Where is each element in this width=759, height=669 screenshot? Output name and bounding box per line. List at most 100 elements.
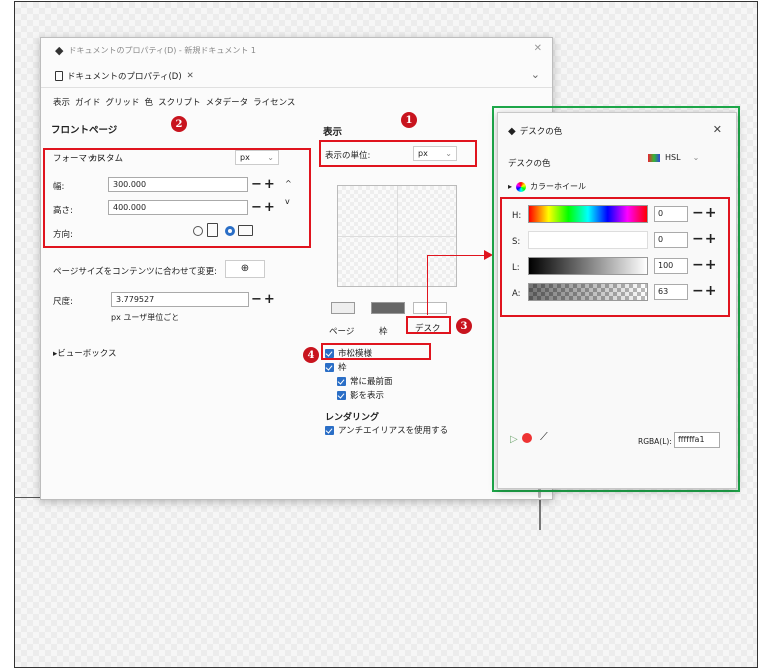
border-label: 枠 (338, 363, 347, 373)
scale-field[interactable]: 3.779527 (111, 292, 249, 307)
resize-icon: ⊕ (240, 263, 250, 274)
show-shadow-checkbox[interactable]: 影を表示 (337, 389, 384, 401)
checkbox-checked-icon (325, 348, 334, 358)
tab-row: ドキュメントのプロパティ(D) ✕ ⌄ (41, 64, 552, 88)
always-on-top-checkbox[interactable]: 常に最前面 (337, 375, 393, 387)
tab-colors[interactable]: 色 (145, 96, 154, 108)
color-wheel-label: カラーホイール (530, 182, 587, 191)
scale-stepper[interactable]: − + (251, 293, 275, 306)
chevron-down-icon[interactable]: ⌄ (531, 68, 540, 81)
format-value[interactable]: カスタム (89, 152, 123, 164)
border-checkbox[interactable]: 枠 (325, 361, 347, 373)
close-icon[interactable]: ✕ (713, 123, 722, 136)
color-dialog-titlebar: ◆ デスクの色 (508, 125, 563, 138)
hue-value: 0 (658, 209, 664, 218)
checkbox-checked-icon (325, 362, 334, 372)
display-unit-label: 表示の単位: (325, 151, 371, 161)
checkerboard-checkbox[interactable]: 市松模様 (325, 347, 372, 359)
dialog-title: ドキュメントのプロパティ(D) - 新規ドキュメント 1 (68, 45, 256, 55)
saturation-value: 0 (658, 235, 664, 244)
radio-landscape[interactable] (225, 226, 235, 236)
lightness-stepper[interactable]: −+ (692, 258, 717, 272)
gradient-icon[interactable]: ▷ (510, 434, 518, 445)
border-color-swatch[interactable] (371, 302, 405, 314)
width-field[interactable]: 300.000 (108, 177, 248, 192)
tab-license[interactable]: ライセンス (253, 96, 295, 108)
desk-color-swatch[interactable] (413, 302, 447, 314)
checkbox-checked-icon (337, 390, 346, 400)
scale-label: 尺度: (53, 297, 73, 307)
checkbox-checked-icon (337, 376, 346, 386)
dialog-titlebar: ◆ ドキュメントのプロパティ(D) - 新規ドキュメント 1 ✕ (41, 38, 552, 62)
hue-stepper[interactable]: −+ (692, 206, 717, 220)
expander-icon: ▸ (508, 182, 513, 191)
lightness-slider[interactable] (528, 257, 648, 275)
arrow-connector-horizontal (427, 255, 487, 256)
inkscape-icon: ◆ (55, 43, 64, 57)
eyedropper-icon[interactable]: ⟋ (540, 430, 548, 444)
width-stepper[interactable]: − + (251, 178, 275, 191)
tab-close-icon[interactable]: ✕ (187, 71, 194, 81)
page-swatch-label: ページ (329, 327, 355, 337)
arrow-connector-vertical (427, 255, 428, 315)
tab-grids[interactable]: グリッド (106, 96, 140, 108)
tab-metadata[interactable]: メタデータ (206, 96, 249, 108)
no-paint-icon[interactable] (522, 433, 532, 443)
close-icon[interactable]: ✕ (534, 43, 542, 54)
checkerboard-label: 市松模様 (338, 349, 373, 359)
saturation-stepper[interactable]: −+ (692, 232, 717, 246)
antialias-checkbox[interactable]: アンチエイリアスを使用する (325, 424, 448, 436)
page-color-swatch[interactable] (331, 302, 355, 314)
section-tabs: 表示 ガイド グリッド 色 スクリプト メタデータ ライセンス (53, 96, 295, 108)
badge-3: 3 (456, 318, 472, 334)
tab-guides[interactable]: ガイド (75, 96, 101, 108)
height-label: 高さ: (53, 206, 73, 216)
saturation-label: S: (512, 237, 521, 247)
lightness-label: L: (512, 263, 520, 273)
document-icon (55, 70, 63, 81)
viewbox-expander[interactable]: ▸ビューボックス (53, 347, 117, 359)
hue-slider[interactable] (528, 205, 648, 223)
height-stepper[interactable]: − + (251, 201, 275, 214)
rgba-label: RGBA(L): (638, 437, 672, 446)
lock-down-icon[interactable]: v (285, 197, 290, 206)
radio-portrait[interactable] (193, 226, 203, 236)
tab-label: ドキュメントのプロパティ(D) (67, 71, 182, 82)
alpha-stepper[interactable]: −+ (692, 284, 717, 298)
tab-document-properties[interactable]: ドキュメントのプロパティ(D) ✕ (55, 70, 194, 82)
alpha-field[interactable]: 63 (654, 284, 688, 300)
tab-scripts[interactable]: スクリプト (158, 96, 201, 108)
desk-swatch-label: デスク (415, 324, 441, 334)
rgba-field[interactable]: ffffffa1 (674, 432, 720, 448)
page-unit-select[interactable]: px ⌄ (235, 150, 279, 165)
hue-field[interactable]: 0 (654, 206, 688, 222)
height-value: 400.000 (113, 203, 147, 212)
scale-unit-label: px ユーザ単位ごと (111, 313, 180, 322)
alpha-value: 63 (658, 287, 669, 296)
hsl-icon (648, 153, 660, 162)
lock-up-icon[interactable]: ^ (285, 179, 292, 188)
badge-1: 1 (401, 112, 417, 128)
border-swatch-label: 枠 (379, 327, 388, 337)
scale-value: 3.779527 (116, 295, 155, 304)
saturation-slider[interactable] (528, 231, 648, 249)
alpha-label: A: (512, 289, 521, 299)
lightness-field[interactable]: 100 (654, 258, 688, 274)
desk-color-dialog: ◆ デスクの色 ✕ デスクの色 HSL ⌄ ▸ カラーホイール H: 0 −+ … (497, 112, 737, 489)
inkscape-icon: ◆ (508, 125, 516, 137)
display-unit-select[interactable]: px ⌄ (413, 146, 457, 161)
width-value: 300.000 (113, 180, 147, 189)
always-on-top-label: 常に最前面 (350, 377, 393, 387)
saturation-field[interactable]: 0 (654, 232, 688, 248)
lightness-value: 100 (658, 261, 674, 270)
color-mode-select[interactable]: HSL ⌄ (648, 153, 699, 162)
alpha-slider[interactable] (528, 283, 648, 301)
color-wheel-expander[interactable]: ▸ カラーホイール (508, 181, 586, 192)
chevron-down-icon: ⌄ (267, 153, 274, 162)
color-wheel-icon (516, 181, 527, 192)
tab-display[interactable]: 表示 (53, 96, 70, 108)
resize-to-content-button[interactable]: ⊕ (225, 260, 265, 278)
orientation-label: 方向: (53, 230, 73, 240)
color-dialog-title: デスクの色 (519, 127, 563, 137)
height-field[interactable]: 400.000 (108, 200, 248, 215)
